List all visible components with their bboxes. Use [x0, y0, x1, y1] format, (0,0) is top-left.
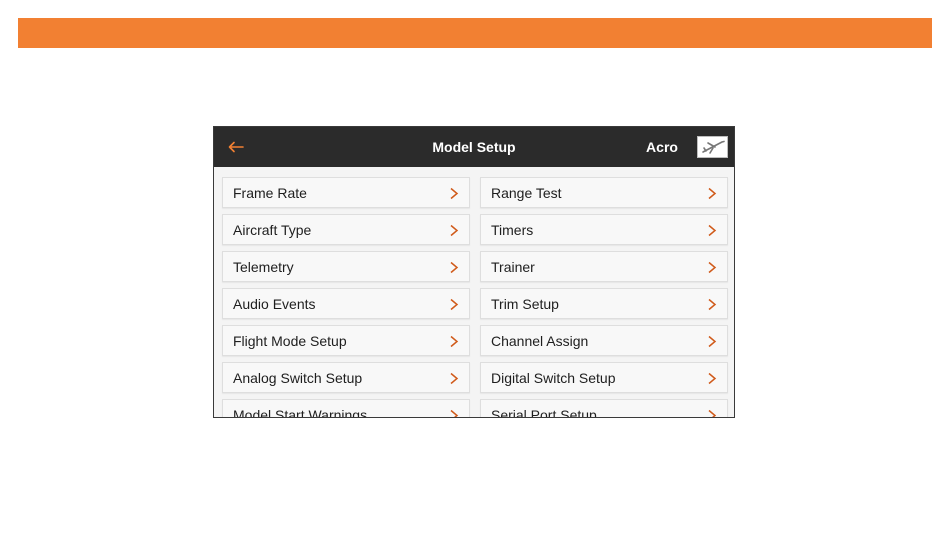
- chevron-right-icon: [708, 224, 717, 237]
- chevron-right-icon: [450, 224, 459, 237]
- menu-grid: Frame Rate Aircraft Type Telemetry Audio…: [214, 167, 734, 418]
- chevron-right-icon: [708, 298, 717, 311]
- transmitter-screen: Model Setup Acro Frame Rate Aircraft Typ…: [213, 126, 735, 418]
- menu-item-label: Aircraft Type: [233, 222, 312, 238]
- top-accent-bar: [18, 18, 932, 48]
- chevron-right-icon: [708, 372, 717, 385]
- chevron-right-icon: [708, 409, 717, 417]
- menu-item-trim-setup[interactable]: Trim Setup: [480, 288, 728, 319]
- menu-item-trainer[interactable]: Trainer: [480, 251, 728, 282]
- menu-item-audio-events[interactable]: Audio Events: [222, 288, 470, 319]
- menu-item-label: Flight Mode Setup: [233, 333, 347, 349]
- menu-item-flight-mode-setup[interactable]: Flight Mode Setup: [222, 325, 470, 356]
- menu-item-label: Trainer: [491, 259, 535, 275]
- chevron-right-icon: [708, 335, 717, 348]
- menu-item-serial-port-setup[interactable]: Serial Port Setup: [480, 399, 728, 418]
- chevron-right-icon: [450, 409, 459, 417]
- menu-item-frame-rate[interactable]: Frame Rate: [222, 177, 470, 208]
- airplane-icon: [701, 140, 725, 154]
- menu-item-label: Telemetry: [233, 259, 294, 275]
- menu-item-label: Trim Setup: [491, 296, 559, 312]
- back-button[interactable]: [222, 133, 250, 161]
- menu-item-label: Analog Switch Setup: [233, 370, 363, 386]
- chevron-right-icon: [450, 187, 459, 200]
- menu-item-label: Audio Events: [233, 296, 316, 312]
- model-type-badge[interactable]: [697, 136, 728, 158]
- chevron-right-icon: [450, 298, 459, 311]
- menu-item-label: Channel Assign: [491, 333, 589, 349]
- menu-item-aircraft-type[interactable]: Aircraft Type: [222, 214, 470, 245]
- menu-item-channel-assign[interactable]: Channel Assign: [480, 325, 728, 356]
- chevron-right-icon: [450, 335, 459, 348]
- menu-item-telemetry[interactable]: Telemetry: [222, 251, 470, 282]
- menu-item-model-start-warnings[interactable]: Model Start Warnings: [222, 399, 470, 418]
- menu-item-label: Frame Rate: [233, 185, 307, 201]
- menu-item-label: Model Start Warnings: [233, 407, 368, 418]
- model-name: Acro: [646, 139, 678, 155]
- menu-item-label: Digital Switch Setup: [491, 370, 616, 386]
- menu-item-analog-switch-setup[interactable]: Analog Switch Setup: [222, 362, 470, 393]
- menu-item-label: Range Test: [491, 185, 562, 201]
- chevron-right-icon: [450, 372, 459, 385]
- page: Model Setup Acro Frame Rate Aircraft Typ…: [0, 0, 950, 534]
- chevron-right-icon: [708, 261, 717, 274]
- menu-item-timers[interactable]: Timers: [480, 214, 728, 245]
- menu-item-digital-switch-setup[interactable]: Digital Switch Setup: [480, 362, 728, 393]
- menu-item-label: Serial Port Setup: [491, 407, 597, 418]
- chevron-right-icon: [450, 261, 459, 274]
- menu-item-label: Timers: [491, 222, 534, 238]
- arrow-left-icon: [228, 141, 244, 153]
- menu-item-range-test[interactable]: Range Test: [480, 177, 728, 208]
- chevron-right-icon: [708, 187, 717, 200]
- screen-header: Model Setup Acro: [214, 127, 734, 167]
